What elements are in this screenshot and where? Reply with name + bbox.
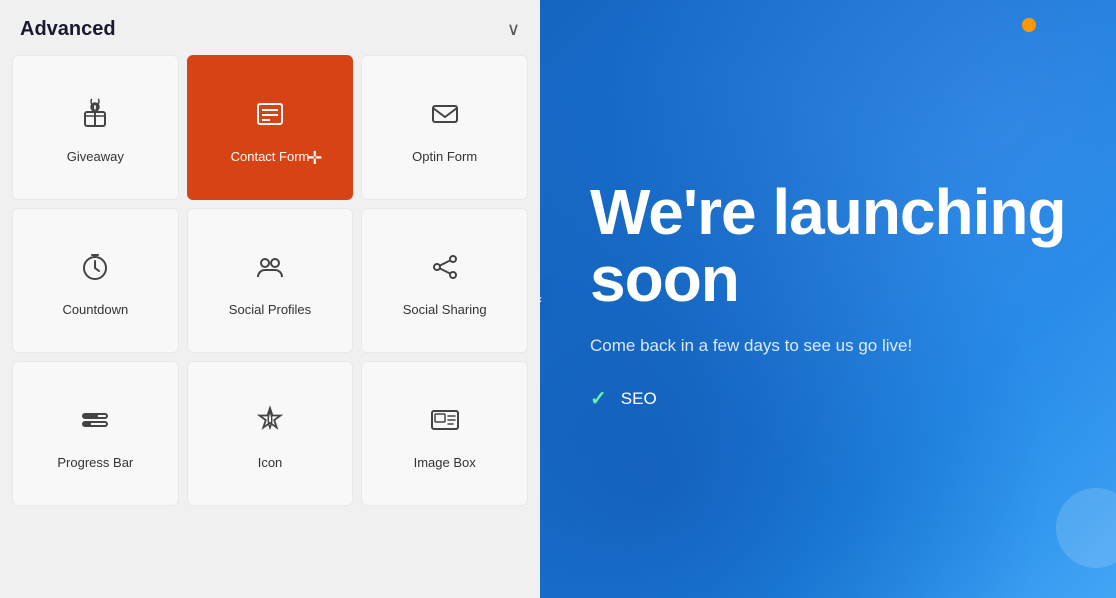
collapse-tab-arrow-icon: ‹ [540,292,542,306]
widget-item-countdown[interactable]: Countdown [12,208,179,353]
widget-item-giveaway[interactable]: Giveaway [12,55,179,200]
icon-label: Icon [258,455,283,470]
social-profiles-icon [254,251,286,288]
social-profiles-label: Social Profiles [229,302,311,317]
social-sharing-icon [429,251,461,288]
panel-collapse-tab[interactable]: ‹ [540,277,551,321]
countdown-label: Countdown [62,302,128,317]
social-sharing-label: Social Sharing [403,302,487,317]
collapse-icon[interactable]: ∨ [507,19,520,40]
preview-content: We're launching soon Come back in a few … [590,179,1066,420]
widget-item-progress-bar[interactable]: Progress Bar [12,361,179,506]
image-box-label: Image Box [414,455,476,470]
countdown-icon [79,251,111,288]
optin-form-icon [429,98,461,135]
progress-bar-icon [79,404,111,441]
widget-item-social-sharing[interactable]: Social Sharing [361,208,528,353]
orange-dot-decoration [1022,18,1036,32]
widget-item-social-profiles[interactable]: Social Profiles [187,208,354,353]
panel-title: Advanced [20,18,116,41]
left-panel: Advanced ∨ Giveaway [0,0,540,598]
panel-header: Advanced ∨ [0,0,540,55]
progress-bar-label: Progress Bar [57,455,133,470]
contact-form-label: Contact Form [231,149,310,164]
giveaway-icon [79,98,111,135]
image-box-icon [429,404,461,441]
widget-item-optin-form[interactable]: Optin Form [361,55,528,200]
main-heading: We're launching soon [590,179,1066,313]
sub-text: Come back in a few days to see us go liv… [590,333,970,359]
optin-form-label: Optin Form [412,149,477,164]
giveaway-label: Giveaway [67,149,124,164]
contact-form-icon [254,98,286,135]
widget-grid: Giveaway Contact Form ✛ [0,55,540,518]
widget-item-image-box[interactable]: Image Box [361,361,528,506]
widget-item-contact-form[interactable]: Contact Form ✛ [187,55,354,200]
icon-widget-icon [254,404,286,441]
feature-item-seo: ✓ SEO [590,386,1066,411]
drag-cursor-icon: ✛ [307,148,322,169]
feature-list: ✓ SEO [590,386,1066,411]
widget-item-icon[interactable]: Icon [187,361,354,506]
blue-circle-decoration [1056,488,1116,568]
feature-label-seo: SEO [621,389,657,409]
check-icon: ✓ [590,386,607,411]
right-panel: ‹ We're launching soon Come back in a fe… [540,0,1116,598]
